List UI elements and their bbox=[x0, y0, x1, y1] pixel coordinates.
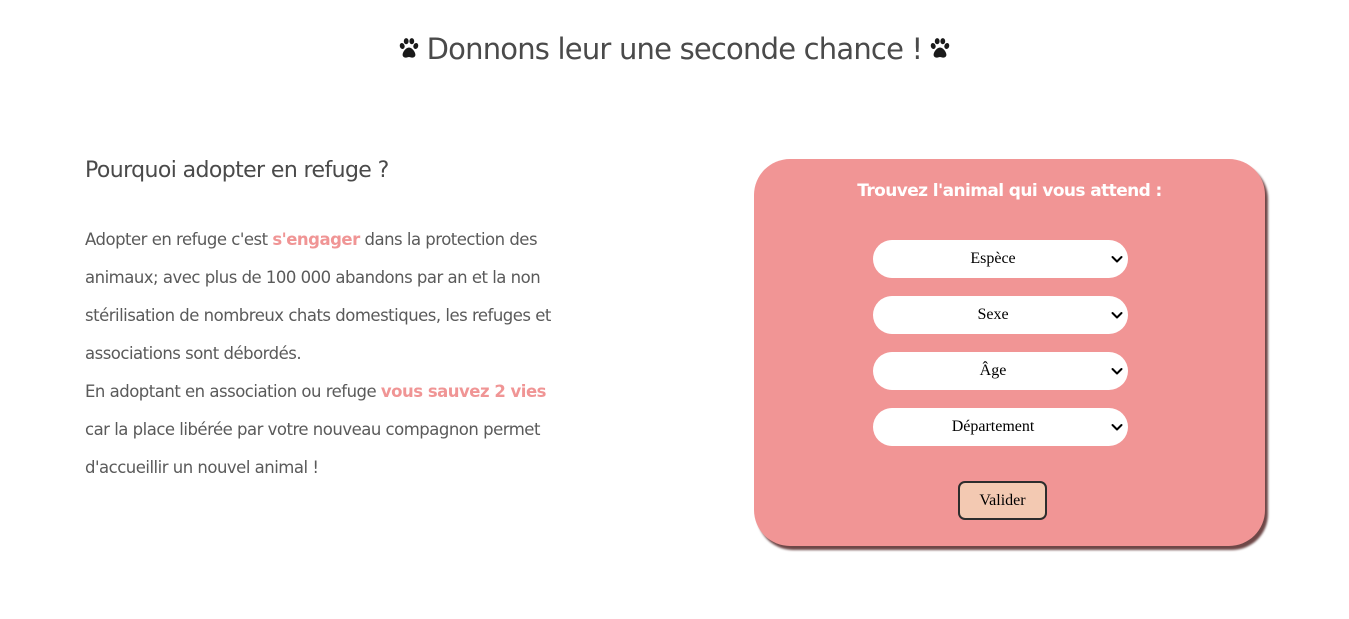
species-select-value: Espèce bbox=[970, 250, 1016, 267]
page-title: Donnons leur une seconde chance ! bbox=[0, 32, 1349, 66]
department-select-value: Département bbox=[951, 418, 1035, 435]
sex-select[interactable]: Sexe bbox=[873, 296, 1128, 334]
highlight-save-lives: vous sauvez 2 vies bbox=[380, 382, 547, 401]
paw-icon bbox=[931, 38, 950, 58]
paragraph-text: dans la protection des animaux; avec plu… bbox=[85, 230, 551, 363]
intro-paragraph: Adopter en refuge c'est s'engager dans l… bbox=[85, 221, 565, 487]
intro-section: Pourquoi adopter en refuge ? Adopter en … bbox=[85, 158, 565, 487]
paragraph-text: car la place libérée par votre nouveau c… bbox=[85, 420, 540, 477]
animal-search-form: Trouvez l'animal qui vous attend : Espèc… bbox=[754, 159, 1265, 546]
chevron-down-icon bbox=[1111, 368, 1123, 375]
department-select[interactable]: Département bbox=[873, 408, 1128, 446]
paragraph-text: Adopter en refuge c'est bbox=[85, 230, 273, 249]
validate-button[interactable]: Valider bbox=[958, 481, 1047, 520]
highlight-engager: s'engager bbox=[272, 230, 360, 249]
chevron-down-icon bbox=[1111, 312, 1123, 319]
paragraph-text: En adoptant en association ou refuge bbox=[85, 382, 381, 401]
form-heading: Trouvez l'animal qui vous attend : bbox=[857, 181, 1162, 201]
age-select-value: Âge bbox=[979, 362, 1007, 379]
age-select[interactable]: Âge bbox=[873, 352, 1128, 390]
chevron-down-icon bbox=[1111, 256, 1123, 263]
sex-select-value: Sexe bbox=[977, 306, 1009, 323]
section-heading: Pourquoi adopter en refuge ? bbox=[85, 158, 389, 183]
species-select[interactable]: Espèce bbox=[873, 240, 1128, 278]
page-title-text: Donnons leur une seconde chance ! bbox=[426, 32, 924, 66]
chevron-down-icon bbox=[1111, 424, 1123, 431]
paw-icon bbox=[399, 38, 418, 58]
